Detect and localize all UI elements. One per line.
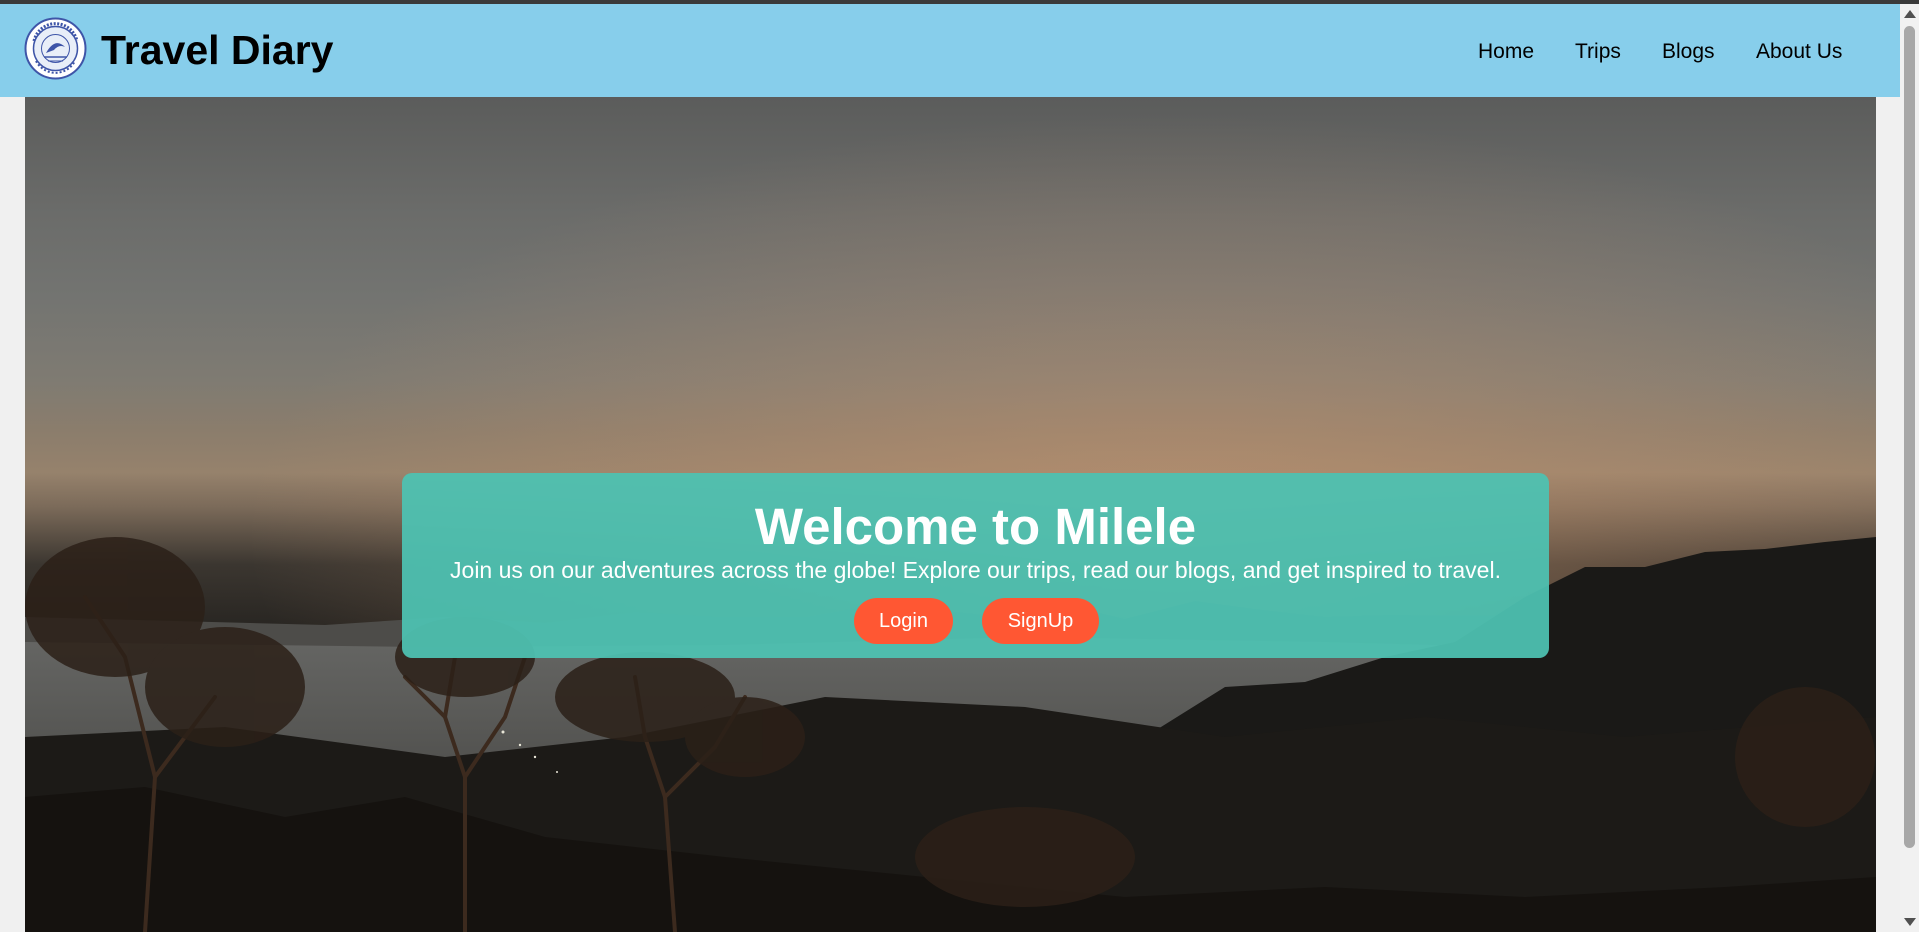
welcome-card: Welcome to Milele Join us on our adventu… [402,473,1549,658]
login-button[interactable]: Login [854,598,953,644]
nav-about-us-link[interactable]: About Us [1756,39,1842,65]
scroll-up-arrow-icon[interactable] [1904,10,1916,18]
scrollbar-thumb[interactable] [1904,26,1915,848]
signup-button[interactable]: SignUp [982,598,1099,644]
brand-title[interactable]: Travel Diary [101,26,334,74]
nav-home-link[interactable]: Home [1478,39,1534,65]
welcome-title: Welcome to Milele [754,498,1197,555]
welcome-subtitle: Join us on our adventures across the glo… [450,557,1501,583]
nav-blogs-link[interactable]: Blogs [1662,39,1715,65]
navbar: Travel Diary Home Trips Blogs About Us [0,4,1900,97]
nav-trips-link[interactable]: Trips [1575,39,1621,65]
scroll-down-arrow-icon[interactable] [1904,918,1916,926]
travel-diary-emblem-icon[interactable] [24,17,87,80]
vertical-scrollbar[interactable] [1900,4,1919,932]
hero-section: Welcome to Milele Join us on our adventu… [25,97,1876,932]
